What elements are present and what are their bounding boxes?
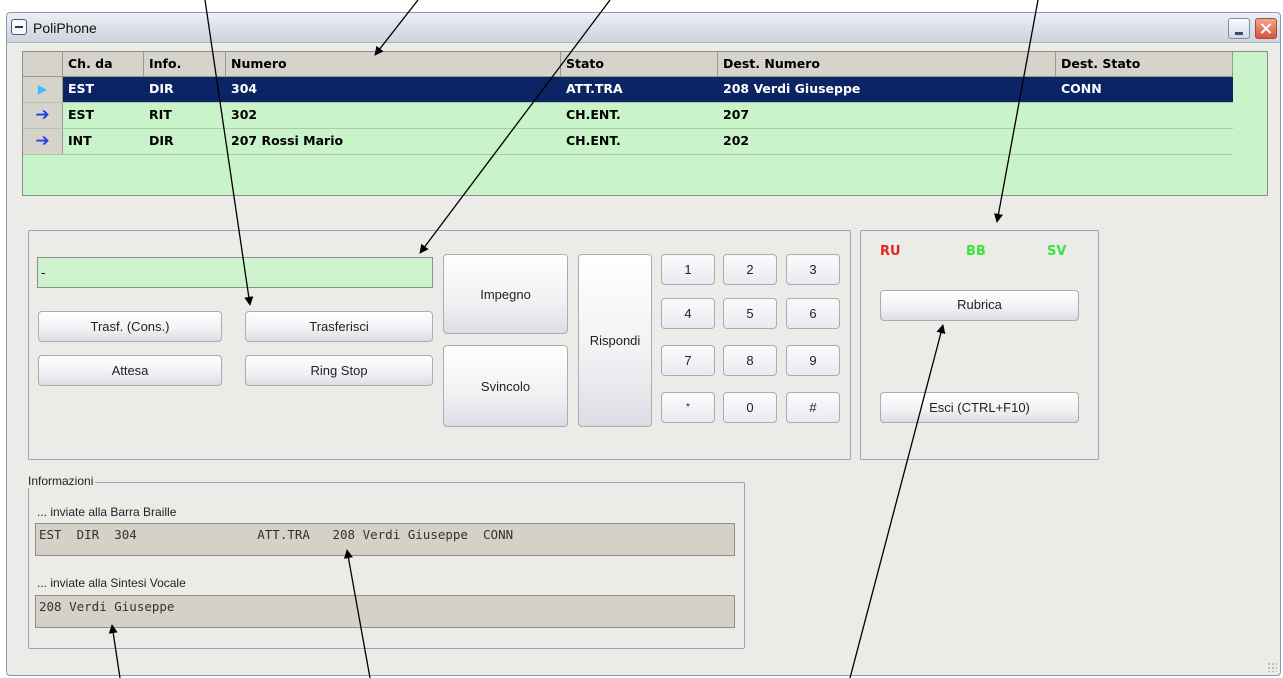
ring-stop-button[interactable]: Ring Stop — [245, 355, 433, 386]
keypad-key-1[interactable]: 1 — [661, 254, 715, 285]
column-header-dest-stato[interactable]: Dest. Stato — [1056, 52, 1233, 77]
cell-info: DIR — [149, 81, 174, 96]
current-row-indicator-icon: ▶ — [23, 77, 63, 102]
cell-dest-stato — [1056, 103, 1061, 128]
cell-dest-numero: 207 — [723, 107, 750, 122]
bb-indicator: BB — [966, 244, 986, 259]
arrow-right-icon: ➔ — [23, 103, 63, 128]
column-header-info[interactable]: Info. — [144, 52, 226, 77]
column-header-stato[interactable]: Stato — [561, 52, 718, 77]
keypad-key-star[interactable]: * — [661, 392, 715, 423]
cell-dest-numero: 208 Verdi Giuseppe — [723, 81, 861, 96]
cell-stato: CH.ENT. — [566, 133, 621, 148]
keypad-key-5[interactable]: 5 — [723, 298, 777, 329]
cell-ch-da: EST — [68, 107, 95, 122]
system-menu-icon[interactable] — [11, 19, 27, 35]
cell-ch-da: INT — [68, 133, 92, 148]
cell-dest-stato: CONN — [1061, 81, 1102, 96]
keypad-key-4[interactable]: 4 — [661, 298, 715, 329]
keypad-key-hash[interactable]: # — [786, 392, 840, 423]
column-header-numero[interactable]: Numero — [226, 52, 561, 77]
cell-numero: 304 — [231, 81, 258, 96]
ru-indicator: RU — [880, 244, 901, 259]
impegno-button[interactable]: Impegno — [443, 254, 568, 334]
table-row[interactable]: ➔ INT DIR 207 Rossi Mario CH.ENT. 202 — [23, 129, 1233, 155]
calls-grid[interactable]: Ch. da Info. Numero Stato Dest. Numero D… — [22, 51, 1268, 196]
speech-label: ... inviate alla Sintesi Vocale — [37, 576, 186, 590]
rispondi-button[interactable]: Rispondi — [578, 254, 652, 427]
resize-grip-icon[interactable] — [1267, 662, 1277, 672]
close-button[interactable] — [1255, 18, 1277, 39]
trasferisci-button[interactable]: Trasferisci — [245, 311, 433, 342]
rubrica-button[interactable]: Rubrica — [880, 290, 1079, 321]
keypad-key-8[interactable]: 8 — [723, 345, 777, 376]
cell-numero: 302 — [231, 107, 258, 122]
keypad-key-7[interactable]: 7 — [661, 345, 715, 376]
number-input[interactable]: - — [37, 257, 433, 288]
braille-label: ... inviate alla Barra Braille — [37, 505, 177, 519]
cell-info: RIT — [149, 107, 172, 122]
grid-header: Ch. da Info. Numero Stato Dest. Numero D… — [23, 52, 1233, 77]
cell-numero: 207 Rossi Mario — [231, 133, 344, 148]
attesa-button[interactable]: Attesa — [38, 355, 222, 386]
esci-button[interactable]: Esci (CTRL+F10) — [880, 392, 1079, 423]
column-header-ch-da[interactable]: Ch. da — [63, 52, 144, 77]
keypad-key-6[interactable]: 6 — [786, 298, 840, 329]
minimize-button[interactable] — [1228, 18, 1250, 39]
keypad-key-0[interactable]: 0 — [723, 392, 777, 423]
trasf-cons-button[interactable]: Trasf. (Cons.) — [38, 311, 222, 342]
cell-dest-stato — [1056, 129, 1061, 154]
table-row[interactable]: ▶ EST DIR 304 ATT.TRA 208 Verdi Giuseppe… — [23, 77, 1233, 103]
keypad-key-2[interactable]: 2 — [723, 254, 777, 285]
grid-corner — [23, 52, 63, 77]
table-row[interactable]: ➔ EST RIT 302 CH.ENT. 207 — [23, 103, 1233, 129]
keypad-key-9[interactable]: 9 — [786, 345, 840, 376]
cell-stato: CH.ENT. — [566, 107, 621, 122]
cell-info: DIR — [149, 133, 174, 148]
title-bar: PoliPhone — [7, 13, 1280, 43]
sv-indicator: SV — [1047, 244, 1067, 259]
cell-dest-numero: 202 — [723, 133, 750, 148]
arrow-right-icon: ➔ — [23, 129, 63, 154]
svincolo-button[interactable]: Svincolo — [443, 345, 568, 427]
cell-ch-da: EST — [68, 81, 95, 96]
window-title: PoliPhone — [33, 20, 97, 36]
column-header-dest-numero[interactable]: Dest. Numero — [718, 52, 1056, 77]
speech-output-field: 208 Verdi Giuseppe — [35, 595, 735, 628]
informazioni-legend: Informazioni — [28, 474, 96, 488]
braille-output-field: EST DIR 304 ATT.TRA 208 Verdi Giuseppe C… — [35, 523, 735, 556]
status-panel — [860, 230, 1099, 460]
cell-stato: ATT.TRA — [566, 81, 623, 96]
keypad-key-3[interactable]: 3 — [786, 254, 840, 285]
